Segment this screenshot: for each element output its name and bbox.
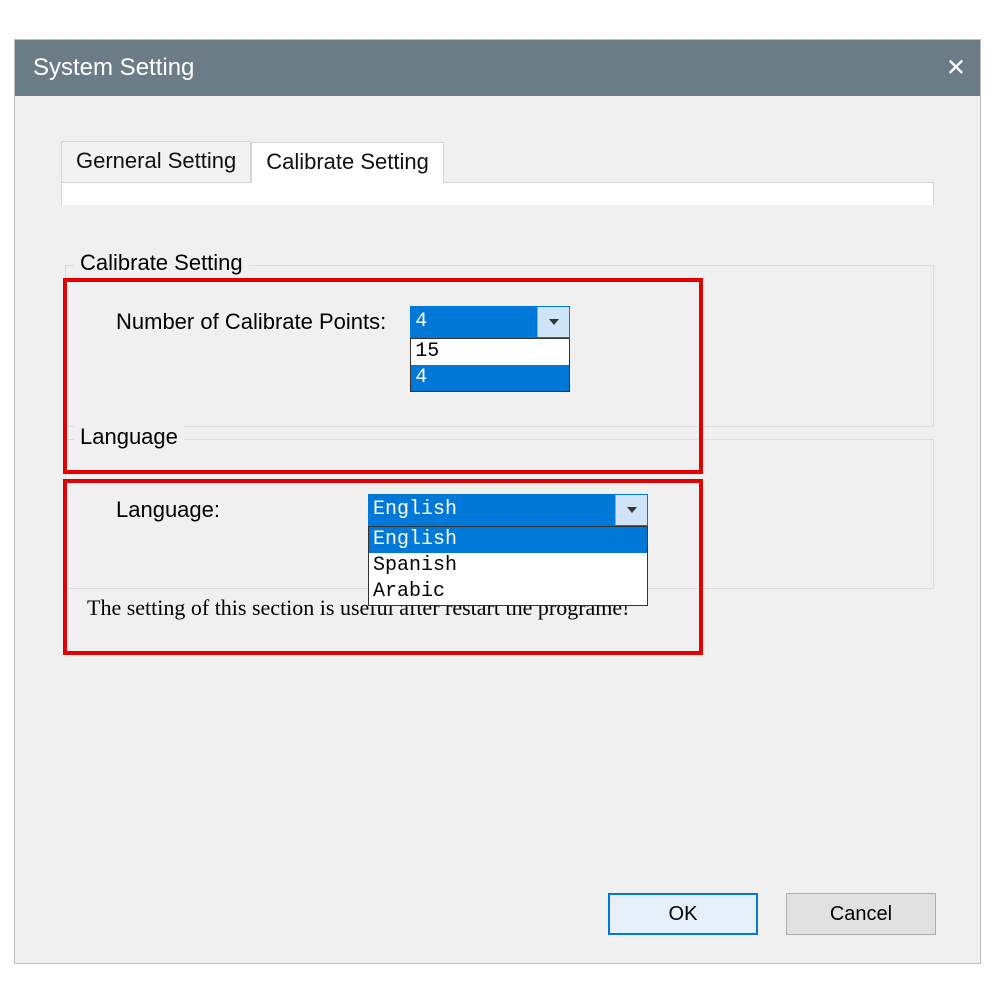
dialog-body: Gerneral Setting Calibrate Setting Calib… [15, 96, 980, 963]
tab-calibrate-setting[interactable]: Calibrate Setting [251, 142, 444, 183]
chevron-down-icon[interactable] [537, 307, 569, 337]
calibrate-option-15[interactable]: 15 [411, 339, 569, 365]
ok-button[interactable]: OK [608, 893, 758, 935]
language-option-arabic[interactable]: Arabic [369, 579, 647, 605]
calibrate-points-value: 4 [411, 307, 537, 337]
chevron-down-icon[interactable] [615, 495, 647, 525]
system-setting-dialog: System Setting ✕ Gerneral Setting Calibr… [14, 39, 981, 964]
tab-content-top-strip [61, 183, 934, 205]
cancel-button[interactable]: Cancel [786, 893, 936, 935]
language-group-legend: Language [74, 424, 184, 450]
close-icon[interactable]: ✕ [946, 54, 966, 83]
title-bar: System Setting ✕ [15, 40, 980, 96]
calibrate-points-dropdown: 15 4 [410, 338, 570, 392]
language-option-spanish[interactable]: Spanish [369, 553, 647, 579]
language-label: Language: [116, 497, 344, 523]
calibrate-option-4[interactable]: 4 [411, 365, 569, 391]
language-dropdown: English Spanish Arabic [368, 526, 648, 606]
title-text: System Setting [33, 54, 194, 82]
tab-general-setting[interactable]: Gerneral Setting [61, 141, 251, 182]
dialog-footer: OK Cancel [608, 893, 936, 935]
language-group: Language Language: English English Spani… [65, 439, 934, 589]
language-value: English [369, 495, 615, 525]
calibrate-points-combo[interactable]: 4 15 4 [410, 306, 570, 338]
tab-strip: Gerneral Setting Calibrate Setting [61, 141, 934, 183]
calibrate-group-legend: Calibrate Setting [74, 250, 249, 276]
calibrate-setting-group: Calibrate Setting Number of Calibrate Po… [65, 265, 934, 427]
calibrate-points-label: Number of Calibrate Points: [116, 309, 386, 335]
language-combo[interactable]: English English Spanish Arabic [368, 494, 648, 526]
language-option-english[interactable]: English [369, 527, 647, 553]
